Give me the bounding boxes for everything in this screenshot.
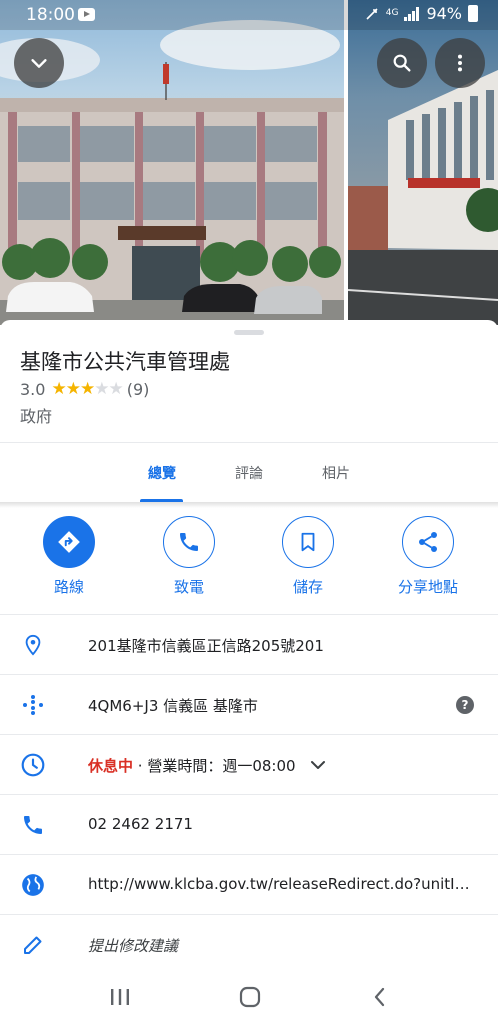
- globe-icon: [20, 872, 46, 898]
- share-icon: [419, 532, 437, 552]
- chevron-down-icon: [31, 59, 47, 68]
- website-row[interactable]: http://www.klcba.gov.tw/releaseRedirect.…: [0, 854, 498, 914]
- location-pin-icon: [20, 632, 46, 658]
- battery-percent: 94%: [426, 4, 462, 23]
- star-filled-icon: ★: [51, 379, 66, 399]
- review-count: (9): [126, 379, 150, 399]
- share-label: 分享地點: [397, 578, 458, 596]
- save-label: 儲存: [292, 578, 323, 596]
- share-circle: [402, 516, 454, 568]
- battery-icon: [468, 5, 478, 22]
- directions-icon: [58, 531, 80, 553]
- hours-status: 休息中: [88, 757, 134, 775]
- star-filled-icon: ★: [79, 379, 95, 399]
- status-bar: 18:00 4G 94%: [0, 0, 498, 30]
- star-filled-icon: ★: [65, 379, 81, 399]
- share-button[interactable]: 分享地點: [383, 516, 473, 597]
- star-empty-icon: ★: [94, 379, 109, 399]
- more-options-button[interactable]: [435, 38, 485, 88]
- tab-bar: 總覽 評論 相片: [0, 442, 498, 502]
- save-button[interactable]: 儲存: [263, 516, 353, 597]
- action-buttons: 路線 致電 儲存 分享地點: [0, 516, 498, 612]
- place-sheet: 基隆市公共汽車管理處 3.0 ★★★★★ (9) 政府 總覽 評論 相片 路線 …: [0, 320, 498, 1024]
- place-title: 基隆市公共汽車管理處: [20, 350, 230, 374]
- rating-value: 3.0: [20, 379, 46, 399]
- call-label: 致電: [173, 578, 204, 596]
- signal-icon: [404, 6, 420, 21]
- address-row[interactable]: 201基隆市信義區正信路205號201: [0, 614, 498, 674]
- directions-circle: [43, 516, 95, 568]
- tab-photos[interactable]: 相片: [322, 463, 350, 483]
- network-type: 4G: [385, 8, 399, 18]
- suggest-edit-row[interactable]: 提出修改建議: [0, 914, 498, 974]
- chevron-down-icon[interactable]: [310, 759, 326, 771]
- system-nav-bar: [0, 970, 498, 1024]
- hours-row[interactable]: 休息中 · 營業時間：週一08:00: [0, 734, 498, 794]
- address-text: 201基隆市信義區正信路205號201: [88, 637, 324, 655]
- search-button[interactable]: [377, 38, 427, 88]
- back-icon: [374, 987, 385, 1007]
- hours-detail: · 營業時間：週一08:00: [133, 757, 296, 775]
- more-vert-icon: [457, 54, 463, 72]
- phone-icon: [180, 533, 198, 551]
- search-icon: [393, 54, 411, 72]
- call-button[interactable]: 致電: [144, 516, 234, 597]
- tab-shadow: [0, 502, 498, 508]
- recent-apps-icon: [111, 989, 129, 1005]
- plus-code-text: 4QM6+J3 信義區 基隆市: [88, 697, 258, 715]
- mute-icon: [366, 7, 378, 20]
- directions-label: 路線: [53, 578, 84, 596]
- rating-stars: ★★★★★: [51, 379, 123, 399]
- youtube-notification-icon: [78, 8, 95, 21]
- photo-carousel[interactable]: [0, 0, 498, 325]
- help-icon[interactable]: ?: [456, 696, 474, 714]
- tab-reviews[interactable]: 評論: [235, 463, 263, 483]
- plus-code-icon: [20, 692, 46, 718]
- directions-button[interactable]: 路線: [24, 516, 114, 597]
- collapse-button[interactable]: [14, 38, 64, 88]
- website-text: http://www.klcba.gov.tw/releaseRedirect.…: [88, 875, 478, 893]
- save-circle: [282, 516, 334, 568]
- bookmark-icon: [301, 532, 315, 552]
- place-category: 政府: [20, 407, 53, 426]
- phone-icon: [20, 812, 46, 838]
- info-list: 201基隆市信義區正信路205號201 4QM6+J3 信義區 基隆市 ? 休息…: [0, 614, 498, 974]
- hours-text: 休息中 · 營業時間：週一08:00: [88, 755, 478, 776]
- screen: 18:00 4G 94% 基隆市公共汽車管理處 3.0 ★★★★★ (9) 政府: [0, 0, 498, 1024]
- status-icons: 4G 94%: [364, 4, 478, 23]
- back-button[interactable]: [360, 982, 400, 1012]
- home-button[interactable]: [230, 982, 270, 1012]
- rating-row[interactable]: 3.0 ★★★★★ (9): [20, 379, 149, 399]
- call-circle: [163, 516, 215, 568]
- home-icon: [239, 986, 261, 1008]
- tab-overview[interactable]: 總覽: [148, 463, 176, 483]
- suggest-edit-text: 提出修改建議: [88, 937, 179, 955]
- status-time: 18:00: [26, 5, 75, 25]
- star-empty-icon: ★: [108, 379, 123, 399]
- drag-handle[interactable]: [234, 330, 264, 335]
- edit-pencil-icon: [20, 932, 46, 958]
- recent-apps-button[interactable]: [100, 982, 140, 1012]
- plus-code-row[interactable]: 4QM6+J3 信義區 基隆市 ?: [0, 674, 498, 734]
- phone-row[interactable]: 02 2462 2171: [0, 794, 498, 854]
- phone-text: 02 2462 2171: [88, 815, 193, 833]
- clock-icon: [20, 752, 46, 778]
